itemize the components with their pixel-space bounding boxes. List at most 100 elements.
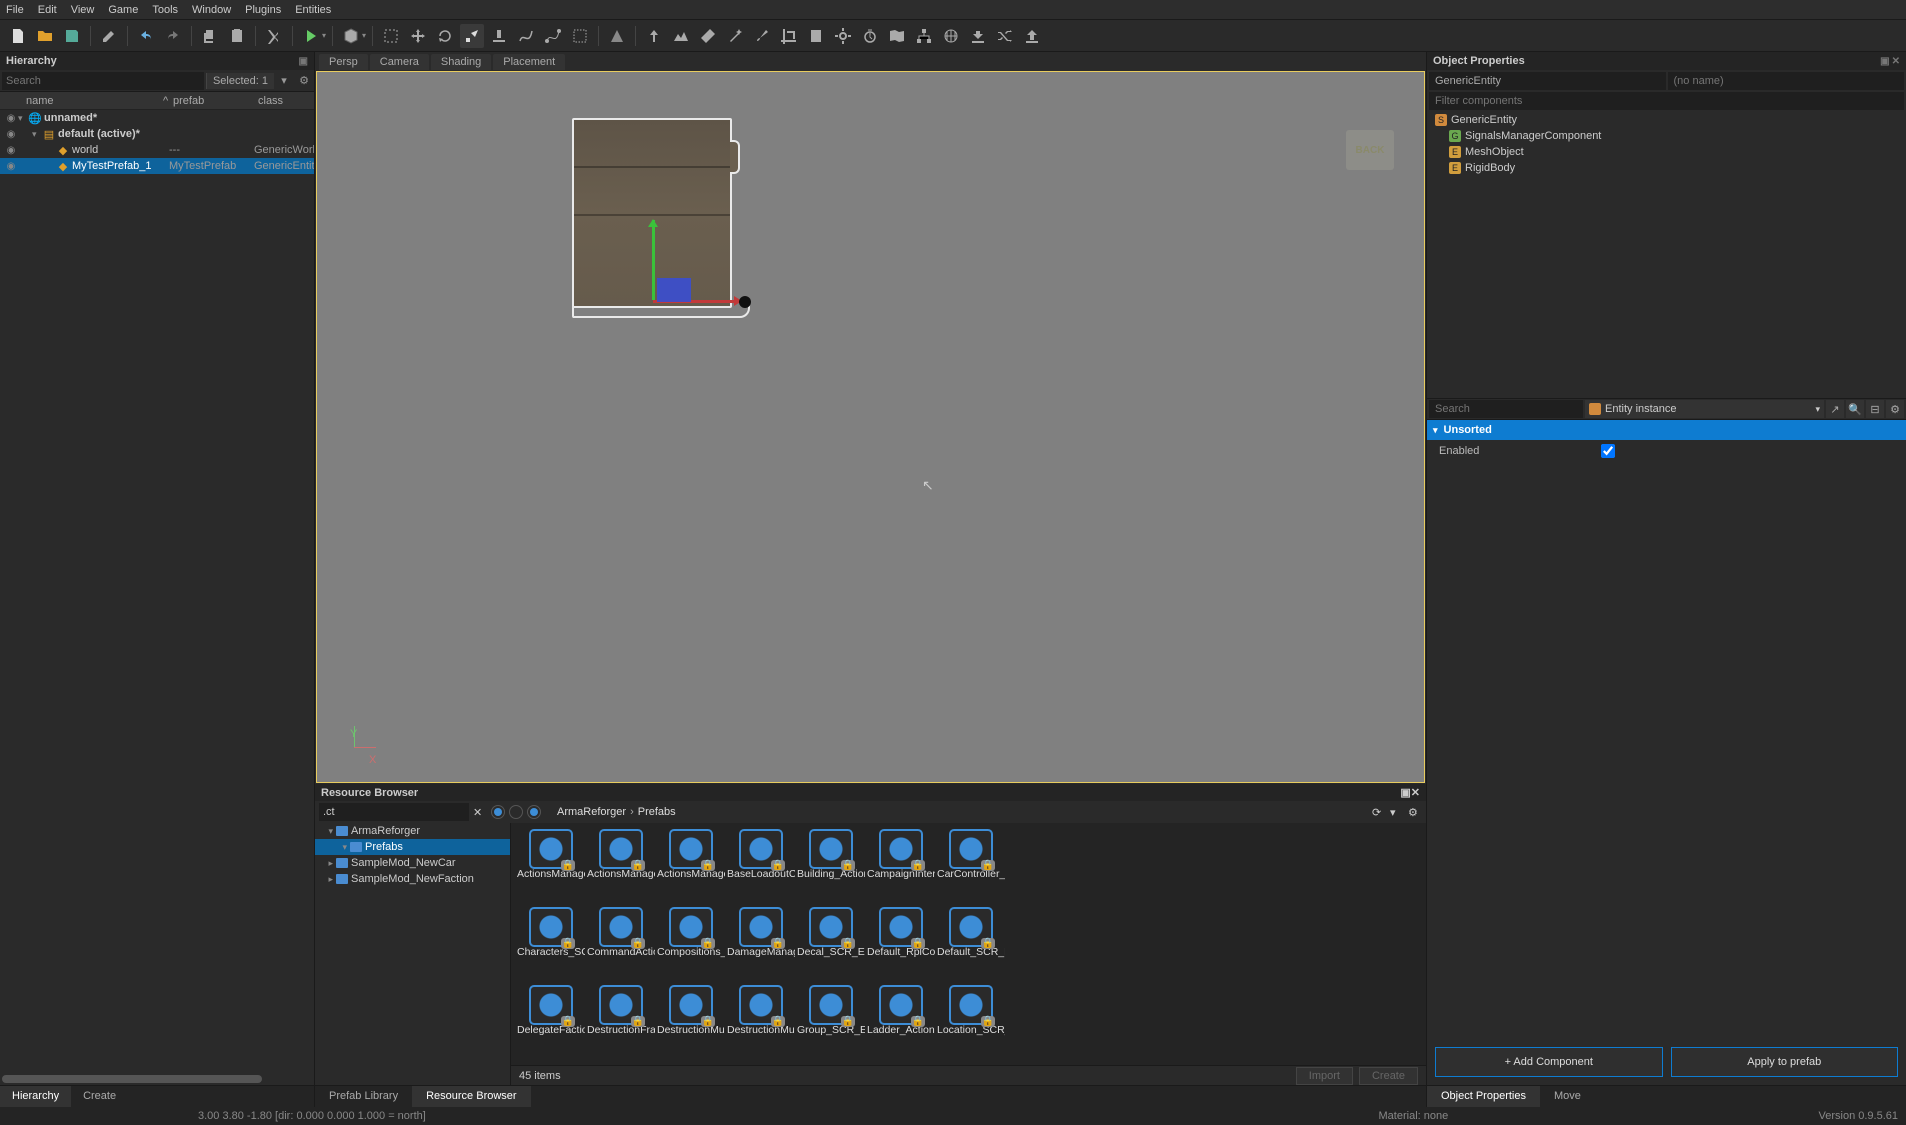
- vp-tab-persp[interactable]: Persp: [319, 54, 368, 70]
- menu-tools[interactable]: Tools: [152, 4, 178, 16]
- resource-item[interactable]: DestructionMultiPhase_Rpl_Ba: [727, 985, 795, 1059]
- resource-search-input[interactable]: [319, 803, 469, 821]
- import-icon[interactable]: [1020, 24, 1044, 48]
- entity-name-field[interactable]: [1668, 72, 1905, 90]
- component-row[interactable]: ERigidBody: [1431, 160, 1902, 176]
- resource-item[interactable]: Compositions_SCR_EditableEntityComponent: [657, 907, 725, 981]
- vp-tab-shading[interactable]: Shading: [431, 54, 491, 70]
- apply-to-prefab-button[interactable]: Apply to prefab: [1671, 1047, 1899, 1077]
- gear-icon[interactable]: [831, 24, 855, 48]
- enabled-checkbox[interactable]: [1601, 444, 1615, 458]
- component-row[interactable]: GSignalsManagerComponent: [1431, 128, 1902, 144]
- entity-class-field[interactable]: [1429, 72, 1666, 90]
- resource-tree-row[interactable]: ▾ArmaReforger: [315, 823, 510, 839]
- new-file-icon[interactable]: [6, 24, 30, 48]
- menu-edit[interactable]: Edit: [38, 4, 57, 16]
- gizmo-plane-handle[interactable]: [657, 278, 691, 302]
- dock-icon[interactable]: ▣: [299, 56, 308, 67]
- open-folder-icon[interactable]: [33, 24, 57, 48]
- resource-item[interactable]: Location_SCR_EditableEntityC: [937, 985, 1005, 1059]
- redo-icon[interactable]: [161, 24, 185, 48]
- tree-row[interactable]: ◉◆world---GenericWorl: [0, 142, 314, 158]
- property-search-input[interactable]: [1429, 400, 1583, 418]
- resource-breadcrumb[interactable]: ArmaReforger›Prefabs: [545, 806, 1368, 818]
- globe-icon[interactable]: [939, 24, 963, 48]
- menu-game[interactable]: Game: [108, 4, 138, 16]
- resource-item[interactable]: Default_SCR_EditableEntityComponent.ct: [937, 907, 1005, 981]
- component-row[interactable]: SGenericEntity: [1431, 112, 1902, 128]
- crop-icon[interactable]: [777, 24, 801, 48]
- resource-import-button[interactable]: Import: [1296, 1067, 1353, 1085]
- resource-item[interactable]: CampaignInteractions.ct: [867, 829, 935, 903]
- menu-plugins[interactable]: Plugins: [245, 4, 281, 16]
- tree-row[interactable]: ◉▾▤default (active)*: [0, 126, 314, 142]
- gizmo-y-axis[interactable]: [652, 220, 655, 300]
- resource-grid[interactable]: ActionsManager_Base.ctActionsManager_Pic…: [511, 823, 1426, 1065]
- tab-resource-browser[interactable]: Resource Browser: [412, 1086, 530, 1107]
- resource-item[interactable]: BaseLoadoutCloth_Base.ct: [727, 829, 795, 903]
- filter-components-input[interactable]: [1429, 92, 1904, 110]
- resource-item[interactable]: Ladder_ActionsManager.ct: [867, 985, 935, 1059]
- op-search-icon[interactable]: 🔍: [1846, 400, 1864, 418]
- rect-select-icon[interactable]: [568, 24, 592, 48]
- resource-item[interactable]: Default_RplComponent.ct: [867, 907, 935, 981]
- entity-instance-dropdown[interactable]: Entity instance ▾: [1585, 400, 1824, 418]
- terrain-icon[interactable]: [669, 24, 693, 48]
- component-row[interactable]: EMeshObject: [1431, 144, 1902, 160]
- resource-item[interactable]: ActionsManager_PickUpEquip.ct: [657, 829, 725, 903]
- op-gear-icon[interactable]: ⚙: [1886, 400, 1904, 418]
- tab-object-properties[interactable]: Object Properties: [1427, 1086, 1540, 1107]
- component-list[interactable]: SGenericEntityGSignalsManagerComponentEM…: [1427, 110, 1906, 178]
- save-icon[interactable]: [60, 24, 84, 48]
- resource-create-button[interactable]: Create: [1359, 1067, 1418, 1085]
- op-tree-icon[interactable]: ⊟: [1866, 400, 1884, 418]
- resource-item[interactable]: ActionsManager_PickUp.ct: [587, 829, 655, 903]
- menu-file[interactable]: File: [6, 4, 24, 16]
- resource-refresh-icon[interactable]: ⟳: [1372, 806, 1386, 819]
- timer-icon[interactable]: [858, 24, 882, 48]
- vp-tab-placement[interactable]: Placement: [493, 54, 565, 70]
- cube-icon[interactable]: [339, 24, 363, 48]
- spline-icon[interactable]: [514, 24, 538, 48]
- resource-tree-row[interactable]: ▾Prefabs: [315, 839, 510, 855]
- scale-icon[interactable]: [460, 24, 484, 48]
- hierarchy-scrollbar[interactable]: [2, 1075, 262, 1083]
- tree-up-icon[interactable]: [642, 24, 666, 48]
- tree-row[interactable]: ◉◆MyTestPrefab_1MyTestPrefabGenericEntit…: [0, 158, 314, 174]
- hierarchy-tree[interactable]: ◉▾🌐unnamed*◉▾▤default (active)*◉◆world--…: [0, 110, 314, 1075]
- undo-icon[interactable]: [134, 24, 158, 48]
- op-dock-icon[interactable]: ▣: [1880, 56, 1889, 67]
- vp-tab-camera[interactable]: Camera: [370, 54, 429, 70]
- menu-window[interactable]: Window: [192, 4, 231, 16]
- add-component-button[interactable]: + Add Component: [1435, 1047, 1663, 1077]
- menu-bar[interactable]: File Edit View Game Tools Window Plugins…: [0, 0, 1906, 20]
- triangle-icon[interactable]: [605, 24, 629, 48]
- tab-create[interactable]: Create: [71, 1086, 128, 1107]
- resource-settings-icon[interactable]: ⚙: [1408, 806, 1422, 819]
- resource-item[interactable]: Decal_SCR_EditableEntityComponent.ct: [797, 907, 865, 981]
- rotate-icon[interactable]: [433, 24, 457, 48]
- snap-icon[interactable]: [487, 24, 511, 48]
- resource-item[interactable]: Building_ActionsManagerComponent.ct: [797, 829, 865, 903]
- hierarchy-settings-icon[interactable]: ⚙: [294, 74, 314, 87]
- resource-filter-radio-1[interactable]: [491, 805, 505, 819]
- res-close-icon[interactable]: ✕: [1411, 787, 1420, 799]
- play-icon[interactable]: [299, 24, 323, 48]
- vertex-icon[interactable]: [541, 24, 565, 48]
- resource-item[interactable]: DestructionMultiPhase_Base.ct: [657, 985, 725, 1059]
- resource-item[interactable]: CommandActions.ct: [587, 907, 655, 981]
- resource-search-clear-icon[interactable]: ✕: [473, 806, 487, 819]
- wand-icon[interactable]: [723, 24, 747, 48]
- shuffle-icon[interactable]: [993, 24, 1017, 48]
- paste-icon[interactable]: [225, 24, 249, 48]
- copy-icon[interactable]: [198, 24, 222, 48]
- resource-item[interactable]: Group_SCR_EditableEntityC: [797, 985, 865, 1059]
- menu-entities[interactable]: Entities: [295, 4, 331, 16]
- tab-move[interactable]: Move: [1540, 1086, 1595, 1107]
- resource-item[interactable]: DelegateFactionManagerCom: [517, 985, 585, 1059]
- move-icon[interactable]: [406, 24, 430, 48]
- tab-hierarchy[interactable]: Hierarchy: [0, 1086, 71, 1107]
- resource-item[interactable]: CarController_Base.ct: [937, 829, 1005, 903]
- resource-item[interactable]: Characters_SCR_EditableEntityComponent.c: [517, 907, 585, 981]
- resource-filter-icon[interactable]: ▾: [1390, 806, 1404, 819]
